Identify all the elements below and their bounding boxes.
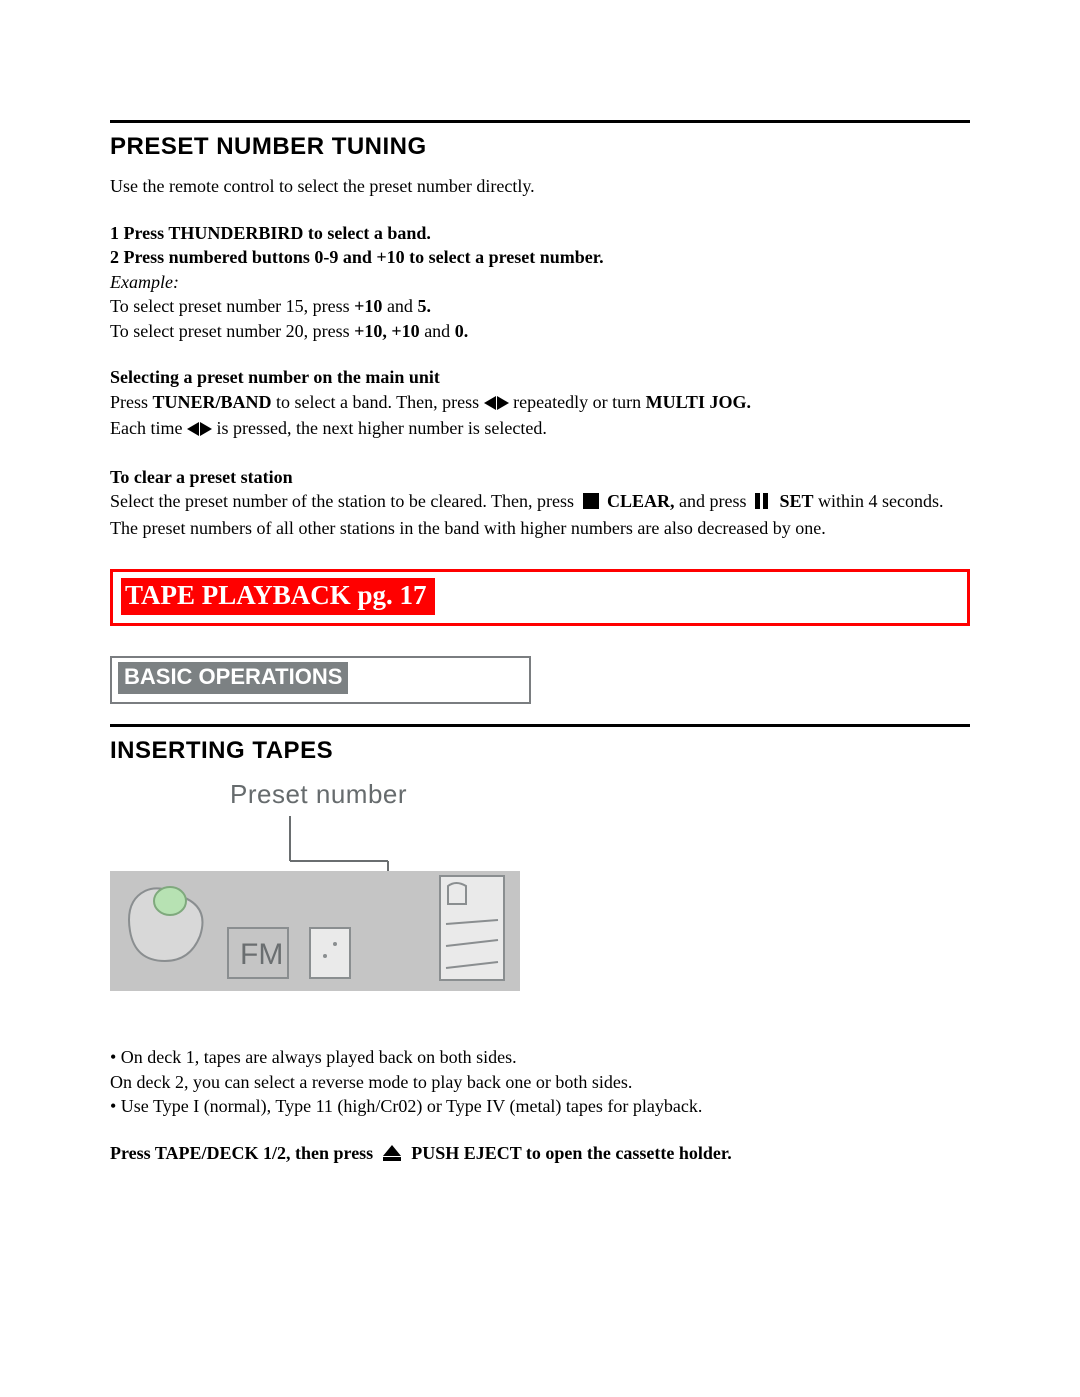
tape-playback-title-box: TAPE PLAYBACK pg. 17 [110,569,970,626]
press-b: PUSH EJECT to open the cassette holder. [411,1143,732,1163]
mu-d: repeatedly or turn [513,392,645,412]
main-unit-line-1: Press TUNER/BAND to select a band. Then,… [110,391,970,416]
deck2-note: On deck 2, you can select a reverse mode… [110,1071,970,1094]
clear-line-2: The preset numbers of all other stations… [110,517,970,540]
press-a: Press TAPE/DECK 1/2, then press [110,1143,378,1163]
ex1-c: and [382,296,417,316]
mu2-b: is pressed, the next higher number is se… [216,418,546,438]
preset-intro: Use the remote control to select the pre… [110,175,970,198]
eject-icon [380,1145,405,1161]
clear-line-1: Select the preset number of the station … [110,490,970,515]
mu2-a: Each time [110,418,187,438]
mu-c: to select a band. Then, press [272,392,484,412]
mu-e: MULTI JOG. [646,392,751,412]
fm-label: FM [240,938,283,971]
stop-icon [583,493,599,509]
horizontal-rule [110,724,970,727]
clear-heading: To clear a preset station [110,466,970,489]
preset-step-2: 2 Press numbered buttons 0-9 and +10 to … [110,246,970,269]
ex2-a: To select preset number 20, press [110,321,354,341]
basic-operations-box: BASIC OPERATIONS [110,656,531,704]
main-unit-line-2: Each time is pressed, the next higher nu… [110,417,970,442]
main-unit-heading: Selecting a preset number on the main un… [110,366,970,389]
ex2-c: and [420,321,455,341]
tape-types-note: • Use Type I (normal), Type 11 (high/Cr0… [110,1095,970,1118]
ex1-d: 5. [417,296,431,316]
ex2-d: 0. [455,321,469,341]
stereo-display-illustration: FM [110,816,520,996]
pause-icon [755,492,771,515]
clr-c: and press [675,491,751,511]
illustration-label: Preset number [110,779,520,810]
example-line-2: To select preset number 20, press +10, +… [110,320,970,343]
ex2-b: +10, +10 [354,321,420,341]
clr-b: CLEAR, [607,491,675,511]
basic-operations-title: BASIC OPERATIONS [118,662,348,694]
mu-b: TUNER/BAND [153,392,272,412]
prev-next-icon [187,419,212,442]
example-label: Example: [110,271,970,294]
inserting-tapes-heading: INSERTING TAPES [110,737,970,765]
preset-step-1: 1 Press THUNDERBIRD to select a band. [110,222,970,245]
mu-a: Press [110,392,153,412]
preset-number-tuning-heading: PRESET NUMBER TUNING [110,133,970,161]
push-eject-line: Press TAPE/DECK 1/2, then press PUSH EJE… [110,1142,970,1165]
preset-number-illustration: Preset number FM [110,779,520,996]
prev-next-icon [484,393,509,416]
horizontal-rule [110,120,970,123]
clr-d: SET [780,491,814,511]
clr-e: within 4 seconds. [814,491,944,511]
example-line-1: To select preset number 15, press +10 an… [110,295,970,318]
clr-a: Select the preset number of the station … [110,491,579,511]
deck1-note: • On deck 1, tapes are always played bac… [110,1046,970,1069]
ex1-b: +10 [354,296,382,316]
ex1-a: To select preset number 15, press [110,296,354,316]
tape-playback-title: TAPE PLAYBACK pg. 17 [121,578,435,615]
